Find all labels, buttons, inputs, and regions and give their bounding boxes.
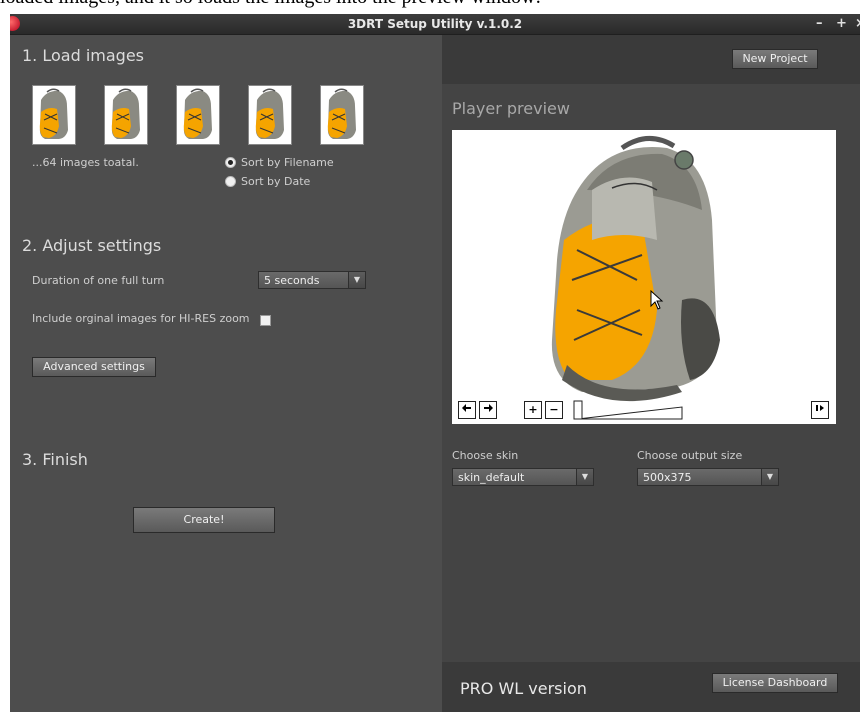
minimize-icon[interactable]: – [816, 16, 823, 31]
output-size-label: Choose output size [637, 449, 743, 462]
backpack-image [551, 136, 720, 402]
autoplay-button[interactable] [811, 401, 829, 419]
right-pane: New Project Player preview + − Choose sk… [442, 35, 860, 712]
sort-date-label: Sort by Date [241, 175, 311, 188]
new-project-button[interactable]: New Project [732, 49, 818, 69]
duration-select[interactable]: 5 seconds ▼ [258, 271, 366, 289]
window-title: 3DRT Setup Utility v.1.0.2 [347, 17, 523, 31]
hires-checkbox[interactable] [260, 315, 271, 326]
chevron-down-icon: ▼ [761, 469, 778, 485]
pro-version-label: PRO WL version [460, 679, 587, 698]
zoom-in-button[interactable]: + [524, 401, 542, 419]
player-preview[interactable] [452, 130, 836, 424]
sort-date-radio[interactable] [225, 176, 236, 187]
image-thumbnail[interactable] [176, 85, 220, 145]
image-thumbnail[interactable] [248, 85, 292, 145]
rotate-left-button[interactable] [458, 401, 476, 419]
image-thumbnail[interactable] [104, 85, 148, 145]
duration-label: Duration of one full turn [32, 274, 165, 287]
skin-select[interactable]: skin_default ▼ [452, 468, 594, 486]
play-pause-icon [816, 405, 824, 411]
chevron-down-icon: ▼ [348, 272, 365, 288]
zoom-slider-handle [573, 400, 583, 420]
title-bar[interactable]: 3DRT Setup Utility v.1.0.2 – + × [10, 14, 860, 35]
image-thumbnail[interactable] [32, 85, 76, 145]
sort-filename-radio[interactable] [225, 157, 236, 168]
arrow-left-icon [462, 404, 471, 412]
close-icon[interactable]: × [855, 16, 860, 31]
zoom-slider[interactable] [572, 399, 684, 421]
section-title-load-images: 1. Load images [22, 46, 144, 65]
advanced-settings-button[interactable]: Advanced settings [32, 357, 156, 377]
hires-label: Include orginal images for HI-RES zoom [32, 312, 250, 325]
image-thumbnail[interactable] [320, 85, 364, 145]
skin-value: skin_default [458, 471, 525, 484]
maximize-icon[interactable]: + [836, 16, 847, 31]
arrow-right-icon [484, 404, 493, 412]
image-count-text: ...64 images toatal. [32, 156, 139, 169]
rotate-right-button[interactable] [479, 401, 497, 419]
section-title-adjust-settings: 2. Adjust settings [22, 236, 162, 255]
mouse-cursor-icon [650, 290, 664, 310]
preview-title: Player preview [452, 99, 570, 118]
output-size-select[interactable]: 500x375 ▼ [637, 468, 779, 486]
output-size-value: 500x375 [643, 471, 692, 484]
chevron-down-icon: ▼ [576, 469, 593, 485]
app-window: 3DRT Setup Utility v.1.0.2 – + × 1. Load… [10, 14, 860, 712]
section-title-finish: 3. Finish [22, 450, 88, 469]
skin-label: Choose skin [452, 449, 519, 462]
zoom-out-button[interactable]: − [545, 401, 563, 419]
left-pane: 1. Load images ...64 images toatal. Sort… [10, 35, 442, 712]
license-dashboard-button[interactable]: License Dashboard [712, 673, 838, 693]
sort-filename-label: Sort by Filename [241, 156, 334, 169]
duration-value: 5 seconds [264, 274, 320, 287]
create-button[interactable]: Create! [133, 507, 275, 533]
